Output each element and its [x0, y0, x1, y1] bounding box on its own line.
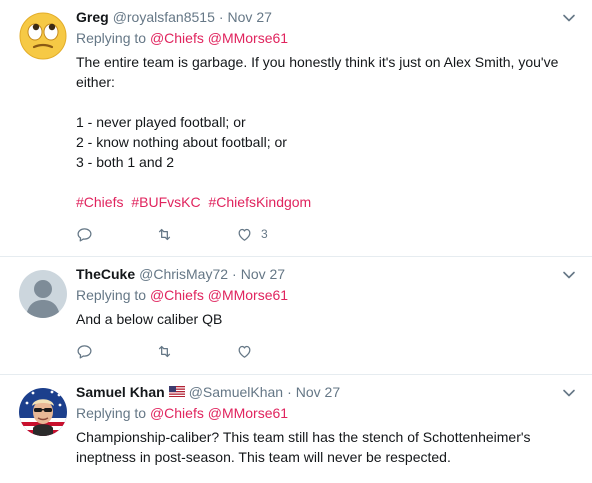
tweet-text: Championship-caliber? This team still ha… — [76, 427, 576, 467]
mention-link[interactable]: @Chiefs — [150, 287, 204, 303]
replying-to: Replying to @Chiefs @MMorse61 — [76, 285, 576, 305]
us-flag-icon — [168, 386, 185, 397]
mention-link[interactable]: @MMorse61 — [208, 30, 288, 46]
reply-icon — [77, 344, 92, 359]
retweet-icon — [158, 228, 171, 240]
tweet-line: either: — [76, 74, 115, 90]
like-button[interactable]: 3 — [236, 226, 316, 243]
mention-link[interactable]: @MMorse61 — [208, 287, 288, 303]
tweet[interactable]: Greg @royalsfan8515 · Nov 27 Replying to… — [0, 0, 592, 257]
separator-dot: · — [287, 384, 292, 400]
tweet-text: And a below caliber QB — [76, 309, 576, 329]
display-name[interactable]: TheCuke — [76, 265, 135, 283]
user-handle[interactable]: @royalsfan8515 — [113, 8, 215, 26]
tweet-line: 3 - both 1 and 2 — [76, 154, 175, 170]
replying-to: Replying to @Chiefs @MMorse61 — [76, 28, 576, 48]
profile-photo-icon — [19, 388, 67, 436]
tweet-line: 1 - never played football; or — [76, 114, 246, 130]
separator-dot: · — [232, 266, 237, 282]
separator-dot: · — [218, 9, 224, 25]
tweet-line — [76, 92, 576, 112]
tweet-line: Championship-caliber? This team still ha… — [76, 429, 531, 445]
user-handle[interactable]: @SamuelKhan — [189, 383, 283, 401]
tweet-actions: 3 — [76, 224, 576, 244]
hashtag-link[interactable]: #ChiefsKindgom — [208, 194, 311, 210]
mention-link[interactable]: @MMorse61 — [208, 405, 288, 421]
timestamp[interactable]: Nov 27 — [228, 8, 272, 26]
tweet-header: Samuel Khan @SamuelKhan · Nov 27 — [76, 383, 576, 401]
hashtag-link[interactable]: #Chiefs — [76, 194, 123, 210]
mention-link[interactable]: @Chiefs — [150, 30, 204, 46]
replying-to: Replying to @Chiefs @MMorse61 — [76, 403, 576, 423]
replying-to-label: Replying to — [76, 287, 147, 303]
eye-roll-emoji-icon — [19, 12, 67, 60]
tweet[interactable]: Samuel Khan @SamuelKhan · Nov 27 Replyin… — [0, 375, 592, 483]
retweet-button[interactable] — [156, 226, 236, 243]
like-button[interactable] — [236, 343, 316, 360]
tweet-line: ineptness in post-season. This team will… — [76, 449, 451, 465]
default-profile-icon — [19, 270, 67, 318]
reply-icon — [77, 227, 92, 242]
tweet-text: The entire team is garbage. If you hones… — [76, 52, 576, 212]
hashtags: #Chiefs #BUFvsKC #ChiefsKindgom — [76, 192, 576, 212]
reply-button[interactable] — [76, 343, 156, 360]
display-name[interactable]: Samuel Khan — [76, 383, 165, 401]
chevron-down-icon[interactable] — [562, 11, 576, 25]
tweet-header: Greg @royalsfan8515 · Nov 27 — [76, 8, 576, 26]
display-name[interactable]: Greg — [76, 8, 109, 26]
tweet-line — [76, 172, 576, 192]
like-count: 3 — [261, 227, 268, 241]
tweet-line: The entire team is garbage. If you hones… — [76, 54, 559, 70]
replying-to-label: Replying to — [76, 405, 147, 421]
timestamp[interactable]: Nov 27 — [296, 383, 340, 401]
timestamp[interactable]: Nov 27 — [241, 265, 285, 283]
replying-to-label: Replying to — [76, 30, 147, 46]
chevron-down-icon[interactable] — [562, 268, 576, 282]
heart-icon — [238, 345, 251, 358]
retweet-button[interactable] — [156, 343, 236, 360]
tweet-line: 2 - know nothing about football; or — [76, 134, 287, 150]
tweet-line: And a below caliber QB — [76, 311, 223, 327]
tweet-actions — [76, 341, 576, 361]
chevron-down-icon[interactable] — [562, 386, 576, 400]
avatar[interactable] — [19, 388, 67, 436]
avatar[interactable] — [19, 12, 67, 60]
mention-link[interactable]: @Chiefs — [150, 405, 204, 421]
user-handle[interactable]: @ChrisMay72 — [139, 265, 228, 283]
tweet[interactable]: TheCuke @ChrisMay72 · Nov 27 Replying to… — [0, 257, 592, 375]
reply-button[interactable] — [76, 226, 156, 243]
tweet-header: TheCuke @ChrisMay72 · Nov 27 — [76, 265, 576, 283]
hashtag-link[interactable]: #BUFvsKC — [131, 194, 200, 210]
heart-icon — [238, 228, 251, 241]
avatar[interactable] — [19, 270, 67, 318]
retweet-icon — [158, 345, 171, 357]
